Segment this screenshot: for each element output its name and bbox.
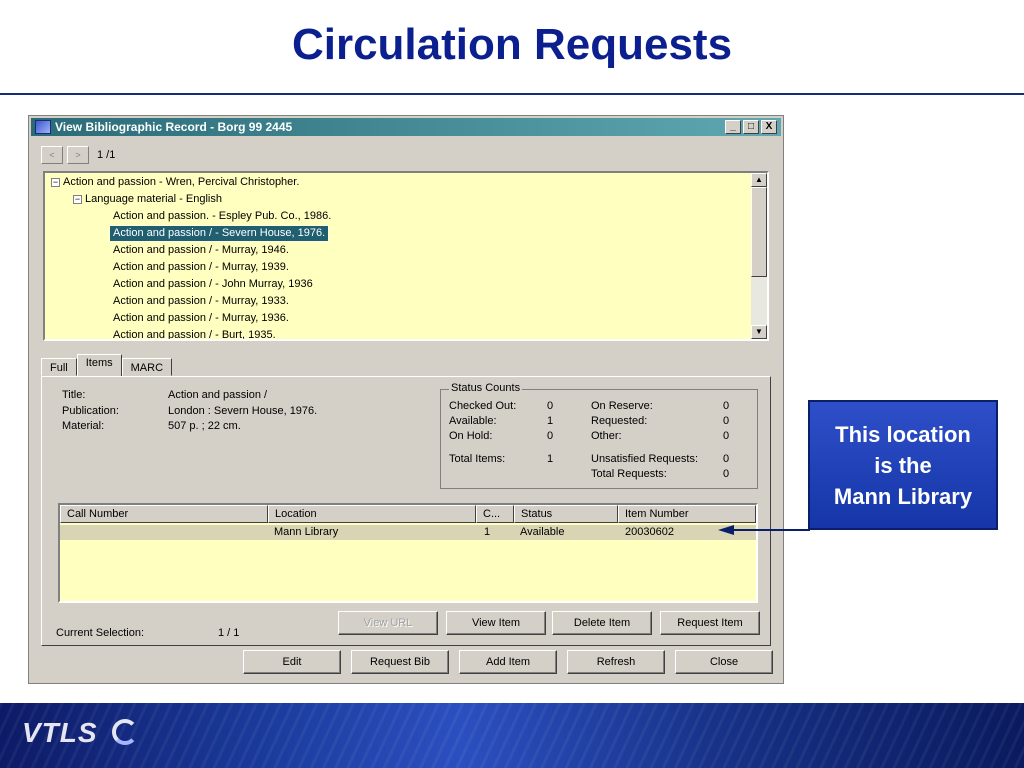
table-row[interactable]: Mann Library 1 Available 20030602 [60,525,756,540]
app-icon [35,120,51,134]
title-value: Action and passion / [168,389,268,401]
items-table[interactable]: Call Number Location C... Status Item Nu… [58,503,758,603]
prev-record-button[interactable]: < [41,146,63,164]
tree-scrollbar[interactable]: ▲ ▼ [751,173,767,339]
view-url-button[interactable]: View URL [338,611,438,635]
requested-count: 0 [723,415,730,427]
footer-banner: VTLS [0,703,1024,768]
tree-root-label: Action and passion - Wren, Percival Chri… [63,176,300,188]
publication-label: Publication: [62,405,119,417]
tab-full[interactable]: Full [41,358,77,376]
material-value: 507 p. ; 22 cm. [168,420,241,432]
cell-status: Available [520,526,565,538]
callout-line: This location [835,421,971,447]
close-button[interactable]: Close [675,650,773,674]
close-window-button[interactable]: X [761,120,777,134]
tree-item[interactable]: Action and passion / - Murray, 1946. [113,243,289,258]
tab-marc[interactable]: MARC [121,358,173,376]
on-reserve-label: On Reserve: [591,400,653,412]
col-location[interactable]: Location [268,505,476,523]
available-label: Available: [449,415,497,427]
callout-arrow [718,502,811,535]
total-requests-label: Total Requests: [591,468,667,480]
col-status[interactable]: Status [514,505,618,523]
edit-button[interactable]: Edit [243,650,341,674]
tree-group-label: Language material - English [85,193,222,205]
on-hold-count: 0 [547,430,554,442]
refresh-button[interactable]: Refresh [567,650,665,674]
material-label: Material: [62,420,105,432]
tab-items[interactable]: Items [76,354,122,376]
tree-item[interactable]: Action and passion / - Murray, 1933. [113,294,289,309]
record-tabs: Full Items MARC [41,354,173,376]
checked-out-count: 0 [547,400,554,412]
available-count: 1 [547,415,554,427]
checked-out-label: Checked Out: [449,400,517,412]
delete-item-button[interactable]: Delete Item [552,611,652,635]
total-items-label: Total Items: [449,453,506,465]
title-rule [0,93,1024,95]
record-count: 1 /1 [97,149,116,161]
callout-line: Mann Library [833,483,973,509]
cell-copy: 1 [484,526,491,538]
callout-line: is the [874,452,932,478]
logo-swirl-icon [112,719,138,745]
current-selection-label: Current Selection: [56,627,145,639]
record-navigation: < > 1 /1 [41,146,115,164]
on-reserve-count: 0 [723,400,730,412]
scroll-thumb[interactable] [751,187,767,277]
col-copy[interactable]: C... [476,505,514,523]
window-titlebar[interactable]: View Bibliographic Record - Borg 99 2445… [31,118,781,136]
status-counts-box: Status Counts Checked Out: 0 Available: … [440,382,758,489]
view-item-button[interactable]: View Item [446,611,546,635]
cell-item-number: 20030602 [625,526,674,538]
add-item-button[interactable]: Add Item [459,650,557,674]
slide-title: Circulation Requests [291,20,733,69]
requested-label: Requested: [591,415,648,427]
callout-box: This location is the Mann Library [808,400,998,530]
tree-group[interactable]: − Language material - English [73,192,222,207]
scroll-down-icon[interactable]: ▼ [751,325,767,339]
publication-value: London : Severn House, 1976. [168,405,318,417]
request-item-button[interactable]: Request Item [660,611,760,635]
bib-record-window: View Bibliographic Record - Borg 99 2445… [28,115,784,684]
status-counts-legend: Status Counts [449,382,523,394]
minimize-button[interactable]: _ [725,120,741,134]
bib-tree[interactable]: − Action and passion - Wren, Percival Chr… [43,171,769,341]
tree-root[interactable]: − Action and passion - Wren, Percival Chr… [51,175,299,190]
current-selection-value: 1 / 1 [218,627,240,639]
tree-item[interactable]: Action and passion / - John Murray, 1936 [113,277,313,292]
total-items-count: 1 [547,453,554,465]
other-count: 0 [723,430,730,442]
collapse-icon[interactable]: − [51,177,60,187]
unsatisfied-requests-label: Unsatisfied Requests: [591,453,698,465]
items-panel: Title: Action and passion / Publication:… [41,376,771,646]
maximize-button[interactable]: □ [743,120,759,134]
scroll-up-icon[interactable]: ▲ [751,173,767,187]
table-header: Call Number Location C... Status Item Nu… [60,505,756,523]
title-label: Title: [62,389,86,401]
on-hold-label: On Hold: [449,430,493,442]
unsatisfied-requests-count: 0 [723,453,730,465]
collapse-icon[interactable]: − [73,194,82,204]
tree-item[interactable]: Action and passion / - Murray, 1939. [113,260,289,275]
tree-item[interactable]: Action and passion. - Espley Pub. Co., 1… [113,209,331,224]
tree-item-selected[interactable]: Action and passion / - Severn House, 197… [108,225,330,242]
arrow-head-icon [718,525,734,535]
next-record-button[interactable]: > [67,146,89,164]
tree-item[interactable]: Action and passion / - Burt, 1935. [113,328,276,339]
total-requests-count: 0 [723,468,730,480]
other-label: Other: [591,430,622,442]
window-title: View Bibliographic Record - Borg 99 2445 [55,120,293,134]
request-bib-button[interactable]: Request Bib [351,650,449,674]
col-call-number[interactable]: Call Number [60,505,268,523]
cell-location: Mann Library [274,526,339,538]
tree-item[interactable]: Action and passion / - Murray, 1936. [113,311,289,326]
vtls-logo: VTLS [22,717,98,748]
